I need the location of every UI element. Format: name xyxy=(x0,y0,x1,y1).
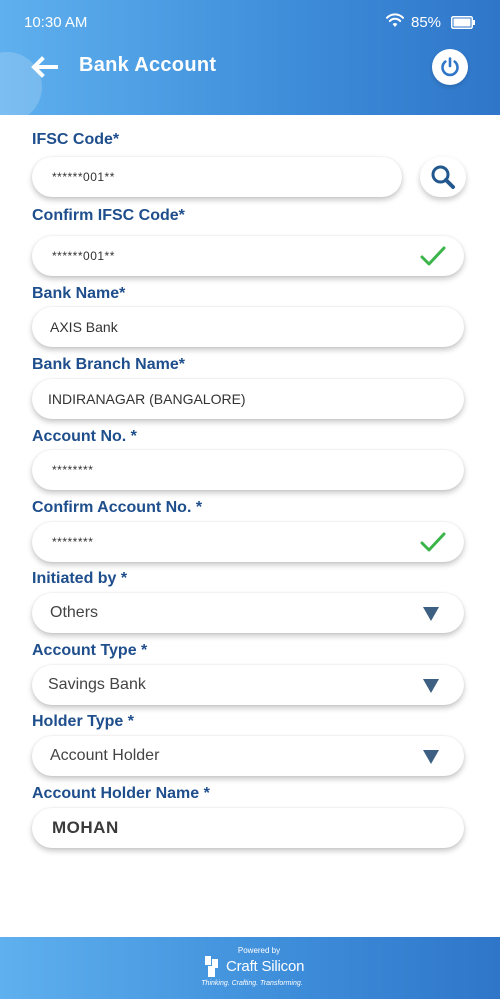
checkmark-icon xyxy=(420,532,446,552)
holder-type-label: Holder Type * xyxy=(32,713,134,730)
bank-name-input[interactable]: AXIS Bank xyxy=(32,307,464,347)
holder-name-label: Account Holder Name * xyxy=(32,785,210,802)
bank-name-label: Bank Name* xyxy=(32,285,126,302)
battery-percent: 85% xyxy=(411,14,442,31)
account-no-label: Account No. * xyxy=(32,428,137,445)
ifsc-search-button[interactable] xyxy=(420,157,466,197)
holder-name-input[interactable]: MOHAN xyxy=(32,808,464,848)
confirm-account-no-label: Confirm Account No. * xyxy=(32,499,203,516)
page-title: Bank Account xyxy=(79,54,217,76)
holder-type-value: Account Holder xyxy=(50,747,160,764)
ifsc-value: ******001** xyxy=(52,170,115,184)
app-header: 10:30 AM 85% Bank Account xyxy=(0,0,500,115)
app-footer: Powered by Craft Silicon Thinking. Craft… xyxy=(0,937,500,999)
triangle-down-icon xyxy=(423,679,439,693)
branch-name-input[interactable]: INDIRANAGAR (BANGALORE) xyxy=(32,379,464,419)
account-type-value: Savings Bank xyxy=(48,676,146,693)
power-button[interactable] xyxy=(432,49,468,85)
wifi-icon xyxy=(386,13,404,27)
power-icon xyxy=(441,57,459,77)
confirm-ifsc-value: ******001** xyxy=(52,249,115,263)
account-type-select[interactable]: Savings Bank xyxy=(32,665,464,705)
initiated-by-label: Initiated by * xyxy=(32,570,128,587)
holder-type-select[interactable]: Account Holder xyxy=(32,736,464,776)
confirm-ifsc-input[interactable]: ******001** xyxy=(32,236,464,276)
arrow-left-icon xyxy=(31,56,58,78)
account-type-label: Account Type * xyxy=(32,642,148,659)
status-bar: 10:30 AM 85% xyxy=(0,0,500,44)
search-icon xyxy=(431,165,455,189)
battery-icon xyxy=(451,16,475,29)
triangle-down-icon xyxy=(423,607,439,621)
branch-name-label: Bank Branch Name* xyxy=(32,356,185,373)
initiated-by-value: Others xyxy=(50,604,99,621)
account-no-input[interactable]: ******** xyxy=(32,450,464,490)
initiated-by-select[interactable]: Others xyxy=(32,593,464,633)
bank-name-value: AXIS Bank xyxy=(50,319,118,335)
checkmark-icon xyxy=(420,246,446,266)
confirm-ifsc-label: Confirm IFSC Code* xyxy=(32,207,185,224)
ifsc-input[interactable]: ******001** xyxy=(32,157,402,197)
confirm-account-no-input[interactable]: ******** xyxy=(32,522,464,562)
account-no-value: ******** xyxy=(52,463,94,477)
status-time: 10:30 AM xyxy=(24,14,88,31)
craft-silicon-logo-icon xyxy=(205,956,218,977)
triangle-down-icon xyxy=(423,750,439,764)
brand-tagline: Thinking. Crafting. Transforming. xyxy=(201,980,303,987)
holder-name-value: MOHAN xyxy=(52,818,119,837)
back-button[interactable] xyxy=(28,52,60,82)
branch-name-value: INDIRANAGAR (BANGALORE) xyxy=(48,391,246,407)
brand-name: Craft Silicon xyxy=(226,957,305,975)
brand-logo: Craft Silicon xyxy=(204,953,304,979)
ifsc-label: IFSC Code* xyxy=(32,131,120,148)
confirm-account-no-value: ******** xyxy=(52,535,94,549)
